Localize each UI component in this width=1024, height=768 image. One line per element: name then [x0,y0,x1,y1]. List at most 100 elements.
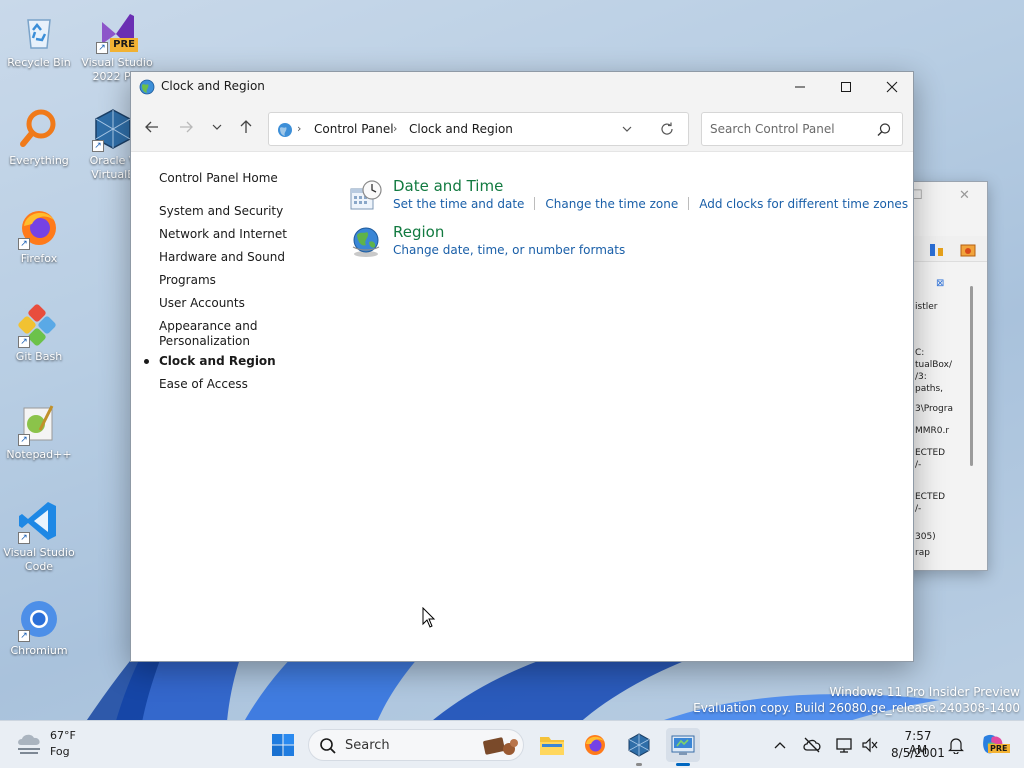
chevron-right-icon[interactable]: › [393,122,397,135]
control-panel-window[interactable]: Clock and Region › Control Panel › Clock… [130,71,914,662]
calendar-clock-icon[interactable] [349,179,383,213]
shortcut-arrow-icon: ↗ [18,336,30,348]
taskbar-file-explorer[interactable] [535,728,569,762]
breadcrumb-clock-and-region[interactable]: Clock and Region [409,122,513,136]
forward-button[interactable] [173,114,199,140]
log-line: rap [915,548,930,558]
window-title: Clock and Region [161,79,265,93]
nav-ease-of-access[interactable]: Ease of Access [159,377,329,392]
link-add-clocks[interactable]: Add clocks for different time zones [699,197,908,211]
speaker-muted-icon [862,737,878,753]
search-icon[interactable] [876,122,892,138]
watermark-line-2: Evaluation copy. Build 26080.ge_release.… [693,701,1020,715]
tray-network[interactable] [834,735,854,755]
search-box[interactable] [701,112,903,146]
taskbar-control-panel[interactable] [666,728,700,762]
minimize-button[interactable] [777,72,823,102]
desktop-icon-notepad-plus-plus[interactable]: ↗ Notepad++ [0,400,78,462]
git-bash-icon: ↗ [16,302,62,348]
address-history-dropdown[interactable] [621,121,633,140]
nav-user-accounts[interactable]: User Accounts [159,296,329,311]
nav-clock-and-region[interactable]: Clock and Region [144,354,329,369]
pre-badge: PRE [110,38,138,52]
link-divider [688,197,690,210]
up-button[interactable] [233,114,259,140]
log-line: MMR0.r [915,426,950,436]
tray-volume[interactable] [860,735,880,755]
desktop-icon-label: Everything [9,154,69,167]
nav-network-and-internet[interactable]: Network and Internet [159,227,329,242]
taskbar-virtualbox[interactable] [622,728,656,762]
folder-icon [540,737,564,755]
maximize-icon [841,82,851,92]
desktop-icon-recycle-bin[interactable]: Recycle Bin [0,8,78,70]
cloud-offline-icon [803,737,821,753]
chevron-right-icon[interactable]: › [297,122,301,135]
tray-onedrive[interactable] [802,735,822,755]
shortcut-arrow-icon: ↗ [96,42,108,54]
shortcut-arrow-icon: ↗ [18,238,30,250]
category-links: Set the time and date Change the time zon… [393,197,908,211]
control-panel-globe-icon [139,79,155,95]
desktop-icon-firefox[interactable]: ↗ Firefox [0,204,78,266]
active-app-indicator [676,763,690,766]
arrow-up-icon [240,120,252,133]
link-change-time-zone[interactable]: Change the time zone [545,197,678,211]
refresh-icon [661,122,673,135]
notepad-plus-plus-icon: ↗ [16,400,62,446]
nav-control-panel-home[interactable]: Control Panel Home [159,171,329,186]
everything-search-icon [16,106,62,152]
network-monitor-icon [836,738,852,753]
nav-system-and-security[interactable]: System and Security [159,204,329,219]
sort-icon[interactable] [929,242,945,258]
firefox-icon [585,735,605,755]
globe-icon[interactable] [349,225,383,259]
running-app-indicator [636,763,642,766]
desktop-icon-everything[interactable]: Everything [0,106,78,168]
refresh-icon[interactable] [959,241,977,259]
desktop-icon-chromium[interactable]: ↗ Chromium [0,596,78,658]
chromium-icon: ↗ [16,596,62,642]
desktop-icon-label: Firefox [20,252,58,265]
desktop-icon-git-bash[interactable]: ↗ Git Bash [0,302,78,364]
window-titlebar[interactable]: Clock and Region [131,72,913,102]
taskbar-search[interactable]: Search [308,729,524,761]
close-tab-icon[interactable]: ⊠ [936,278,948,290]
nav-appearance-and-personalization[interactable]: Appearance and Personalization [159,319,269,349]
link-change-formats[interactable]: Change date, time, or number formats [393,243,625,257]
log-line: /3: [915,372,927,382]
category-title-date-and-time[interactable]: Date and Time [393,177,503,195]
visual-studio-icon: PRE ↗ [94,8,140,54]
weather-temperature: 67°F [50,729,76,742]
nav-programs[interactable]: Programs [159,273,329,288]
category-title-region[interactable]: Region [393,223,444,241]
close-button[interactable] [869,72,915,102]
bell-icon [948,738,964,754]
fog-cloud-icon [18,734,40,754]
nav-label: Clock and Region [159,354,276,368]
notifications-button[interactable] [946,735,966,755]
desktop-icon-label: Notepad++ [6,448,72,461]
start-button[interactable] [266,728,300,762]
refresh-button[interactable] [659,121,675,140]
desktop-icon-label: Recycle Bin [7,56,71,69]
recent-locations-button[interactable] [204,114,230,140]
link-set-time-and-date[interactable]: Set the time and date [393,197,524,211]
desktop-icon-vscode[interactable]: ↗ Visual Studio Code [0,498,78,574]
vscode-icon: ↗ [16,498,62,544]
arrow-left-icon [145,121,158,133]
search-input[interactable] [702,113,872,145]
maximize-button[interactable] [823,72,869,102]
arrow-right-icon [180,121,193,133]
copilot-pre-button[interactable]: PRE [980,733,1010,757]
control-panel-icon [671,735,695,755]
nav-hardware-and-sound[interactable]: Hardware and Sound [159,250,329,265]
address-bar[interactable]: › Control Panel › Clock and Region [268,112,689,146]
taskbar-firefox[interactable] [578,728,612,762]
back-button[interactable] [139,114,165,140]
taskbar: 67°F Fog Search 7:57 AM 8/5/2001 PRE [0,720,1024,768]
category-links: Change date, time, or number formats [393,243,625,257]
close-icon[interactable]: ✕ [959,188,970,203]
show-hidden-icons-button[interactable] [770,735,790,755]
breadcrumb-control-panel[interactable]: Control Panel [314,122,394,136]
